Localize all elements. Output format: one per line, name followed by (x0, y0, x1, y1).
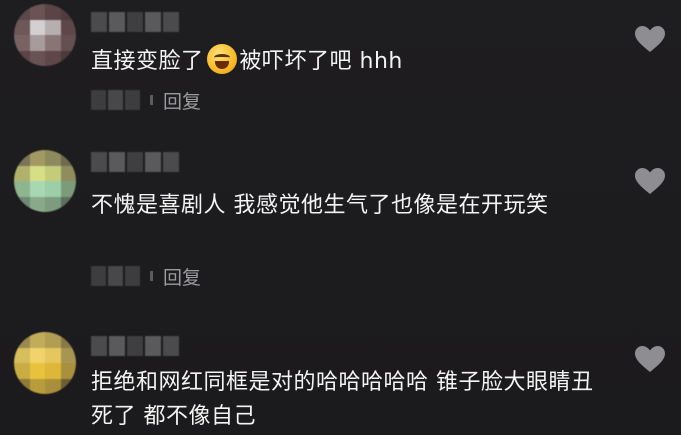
comment-text-part: 被吓坏了吧 hhh (239, 49, 403, 74)
avatar[interactable] (14, 332, 76, 394)
reply-button[interactable]: 回复 (163, 263, 201, 290)
timestamp (91, 266, 140, 286)
username[interactable] (91, 152, 179, 172)
username[interactable] (91, 12, 179, 32)
heart-icon[interactable] (634, 345, 666, 373)
avatar[interactable] (14, 4, 76, 66)
username[interactable] (91, 336, 179, 356)
comment-text-part: 直接变脸了 (91, 49, 204, 74)
reply-button[interactable]: 回复 (163, 87, 201, 114)
comment-list: 直接变脸了 被吓坏了吧 hhh 回复 不愧是喜剧人 我感觉他生气了也像是在开玩笑 (0, 0, 681, 435)
separator (150, 271, 153, 281)
comment-text: 直接变脸了 被吓坏了吧 hhh (91, 44, 601, 79)
separator (150, 95, 153, 105)
comment-text: 不愧是喜剧人 我感觉他生气了也像是在开玩笑 (91, 193, 549, 218)
heart-icon[interactable] (634, 25, 666, 53)
heart-icon[interactable] (634, 167, 666, 195)
comment-text: 拒绝和网红同框是对的哈哈哈哈哈 锥子脸大眼睛丑死了 都不像自己 (91, 370, 594, 429)
comment-meta: 回复 (91, 87, 201, 114)
timestamp (91, 90, 140, 110)
comment-meta: 回复 (91, 263, 201, 290)
rofl-emoji-icon (206, 44, 237, 74)
avatar[interactable] (14, 150, 76, 212)
